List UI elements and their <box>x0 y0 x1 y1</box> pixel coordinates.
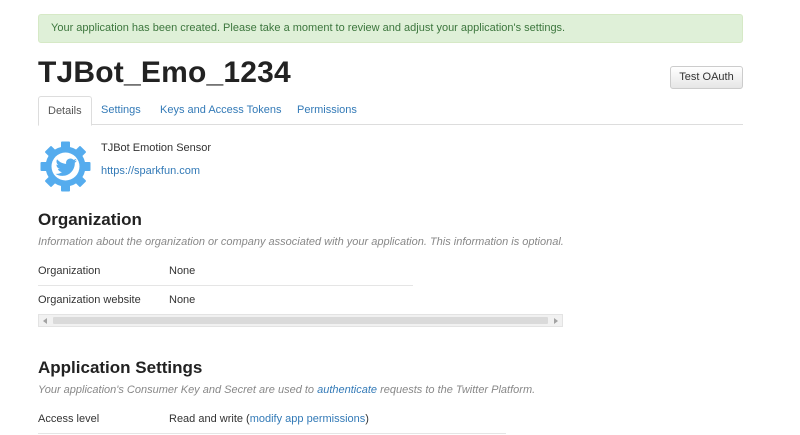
authenticate-link[interactable]: authenticate <box>317 384 377 396</box>
access-level-value: Read and write ( <box>169 413 250 425</box>
modify-app-permissions-link[interactable]: modify app permissions <box>250 413 366 425</box>
row-value: None <box>169 294 196 306</box>
twitter-gear-icon <box>39 140 92 193</box>
app-website-link[interactable]: https://sparkfun.com <box>101 165 200 177</box>
table-row: Access level Read and write (modify app … <box>38 405 506 434</box>
row-label: Access level <box>38 413 100 425</box>
scrollbar-thumb[interactable] <box>53 317 548 324</box>
help-text-part: Your application's Consumer Key and Secr… <box>38 384 318 396</box>
organization-help-text: Information about the organization or co… <box>38 236 564 248</box>
tab-details[interactable]: Details <box>38 96 92 126</box>
table-row: Organization None <box>38 257 413 286</box>
scroll-left-arrow-icon[interactable] <box>43 318 47 324</box>
success-alert: Your application has been created. Pleas… <box>38 14 743 43</box>
scroll-right-arrow-icon[interactable] <box>554 318 558 324</box>
page-title: TJBot_Emo_1234 <box>38 56 291 89</box>
horizontal-scrollbar[interactable] <box>38 314 563 327</box>
row-value: None <box>169 265 196 277</box>
row-value: Read and write (modify app permissions) <box>169 405 369 434</box>
tab-permissions[interactable]: Permissions <box>297 96 357 125</box>
row-label: Organization <box>38 265 101 277</box>
help-text-part: requests to the Twitter Platform. <box>377 384 536 396</box>
organization-heading: Organization <box>38 210 142 229</box>
application-settings-heading: Application Settings <box>38 358 203 377</box>
test-oauth-button[interactable]: Test OAuth <box>670 66 743 89</box>
tab-keys-and-access-tokens[interactable]: Keys and Access Tokens <box>160 96 281 125</box>
tab-settings[interactable]: Settings <box>101 96 141 125</box>
table-row: Organization website None <box>38 286 413 315</box>
tab-bar: Details Settings Keys and Access Tokens … <box>38 96 743 126</box>
app-description: TJBot Emotion Sensor <box>101 142 212 154</box>
row-label: Organization website <box>38 294 141 306</box>
application-settings-help-text: Your application's Consumer Key and Secr… <box>38 384 535 396</box>
closing-paren: ) <box>365 413 369 425</box>
alert-text: Your application has been created. Pleas… <box>51 22 566 34</box>
